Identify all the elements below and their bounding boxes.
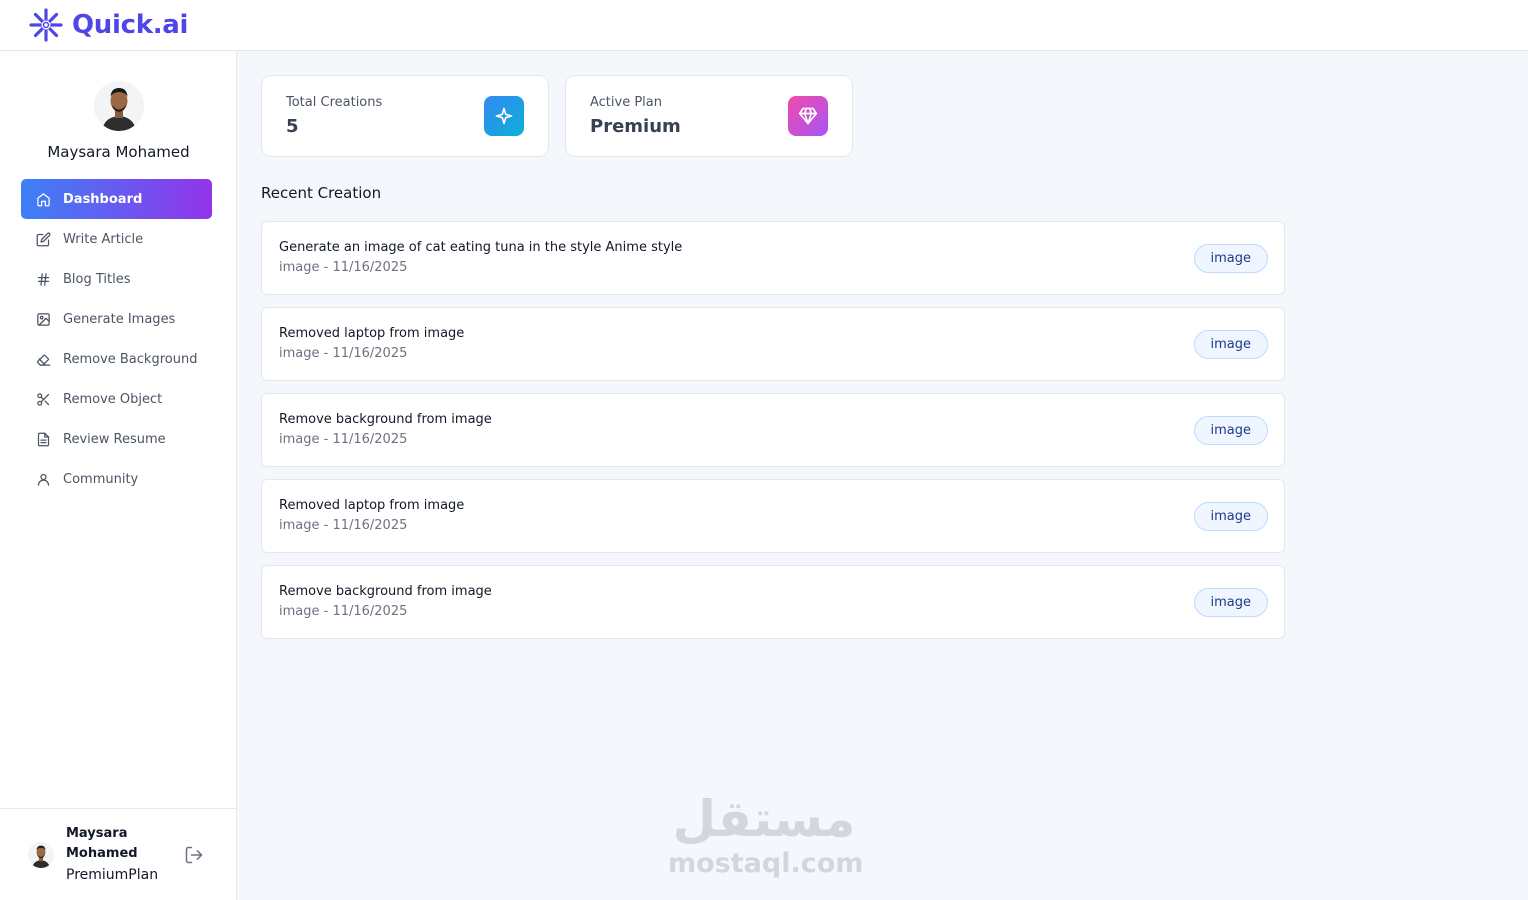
sidebar-item-remove-object[interactable]: Remove Object (21, 379, 212, 419)
list-item[interactable]: Removed laptop from image image - 11/16/… (261, 479, 1285, 553)
creation-title: Removed laptop from image (279, 498, 465, 513)
top-bar: Quick.ai (0, 0, 1528, 51)
watermark-latin: mostaql.com (668, 848, 864, 879)
type-badge[interactable]: image (1193, 330, 1268, 359)
recent-creation-list: Generate an image of cat eating tuna in … (261, 221, 1285, 651)
edit-icon (35, 231, 51, 247)
logout-icon[interactable] (184, 845, 204, 865)
sidebar-item-label: Dashboard (63, 191, 143, 207)
avatar[interactable] (93, 81, 144, 131)
sidebar-item-generate-images[interactable]: Generate Images (21, 299, 212, 339)
scissors-icon (35, 391, 51, 407)
profile-name: Maysara Mohamed (47, 143, 190, 161)
sidebar-footer: Maysara Mohamed PremiumPlan (0, 808, 237, 900)
list-item[interactable]: Removed laptop from image image - 11/16/… (261, 307, 1285, 381)
sidebar-item-dashboard[interactable]: Dashboard (21, 179, 212, 219)
file-text-icon (35, 431, 51, 447)
user-icon (35, 471, 51, 487)
list-item[interactable]: Remove background from image image - 11/… (261, 393, 1285, 467)
sidebar: Maysara Mohamed Dashboard Write Article … (0, 51, 237, 900)
type-badge[interactable]: image (1193, 416, 1268, 445)
sparkle-icon (484, 96, 524, 136)
creation-title: Generate an image of cat eating tuna in … (279, 240, 683, 255)
sidebar-item-label: Generate Images (63, 311, 176, 327)
type-badge[interactable]: image (1193, 502, 1268, 531)
total-creations-label: Total Creations (286, 95, 383, 110)
image-icon (35, 311, 51, 327)
logo[interactable]: Quick.ai (28, 7, 188, 43)
sidebar-item-remove-background[interactable]: Remove Background (21, 339, 212, 379)
hash-icon (35, 271, 51, 287)
creation-title: Remove background from image (279, 584, 492, 599)
footer-user: Maysara Mohamed PremiumPlan (66, 824, 176, 886)
sidebar-item-label: Review Resume (63, 431, 166, 447)
sidebar-item-review-resume[interactable]: Review Resume (21, 419, 212, 459)
sidebar-item-blog-titles[interactable]: Blog Titles (21, 259, 212, 299)
creation-meta: image - 11/16/2025 (279, 518, 408, 533)
sidebar-item-label: Remove Background (63, 351, 198, 367)
watermark-arabic: مستقل (672, 790, 856, 848)
total-creations-value: 5 (286, 116, 299, 137)
recent-creation-title: Recent Creation (261, 184, 382, 202)
creation-meta: image - 11/16/2025 (279, 346, 408, 361)
footer-user-name: Maysara Mohamed (66, 825, 138, 861)
creation-title: Removed laptop from image (279, 326, 465, 341)
sidebar-item-label: Community (63, 471, 139, 487)
eraser-icon (35, 351, 51, 367)
sparkle-logo-icon (28, 7, 64, 43)
avatar[interactable] (28, 841, 54, 868)
creation-meta: image - 11/16/2025 (279, 260, 408, 275)
sidebar-nav: Dashboard Write Article Blog Titles Gene… (21, 179, 212, 499)
home-icon (35, 191, 51, 207)
active-plan-value: Premium (590, 116, 681, 137)
total-creations-card: Total Creations 5 (261, 75, 549, 157)
active-plan-card: Active Plan Premium (565, 75, 853, 157)
creation-meta: image - 11/16/2025 (279, 432, 408, 447)
profile: Maysara Mohamed (0, 81, 237, 161)
type-badge[interactable]: image (1193, 588, 1268, 617)
watermark: مستقل mostaql.com (668, 790, 864, 880)
active-plan-label: Active Plan (590, 95, 663, 110)
type-badge[interactable]: image (1193, 244, 1268, 273)
app-name: Quick.ai (72, 10, 189, 40)
creation-title: Remove background from image (279, 412, 492, 427)
sidebar-item-label: Write Article (63, 231, 144, 247)
sidebar-item-label: Blog Titles (63, 271, 131, 287)
gem-icon (788, 96, 828, 136)
creation-meta: image - 11/16/2025 (279, 604, 408, 619)
footer-plan: PremiumPlan (66, 866, 159, 883)
sidebar-item-label: Remove Object (63, 391, 163, 407)
list-item[interactable]: Remove background from image image - 11/… (261, 565, 1285, 639)
sidebar-item-write-article[interactable]: Write Article (21, 219, 212, 259)
sidebar-item-community[interactable]: Community (21, 459, 212, 499)
list-item[interactable]: Generate an image of cat eating tuna in … (261, 221, 1285, 295)
